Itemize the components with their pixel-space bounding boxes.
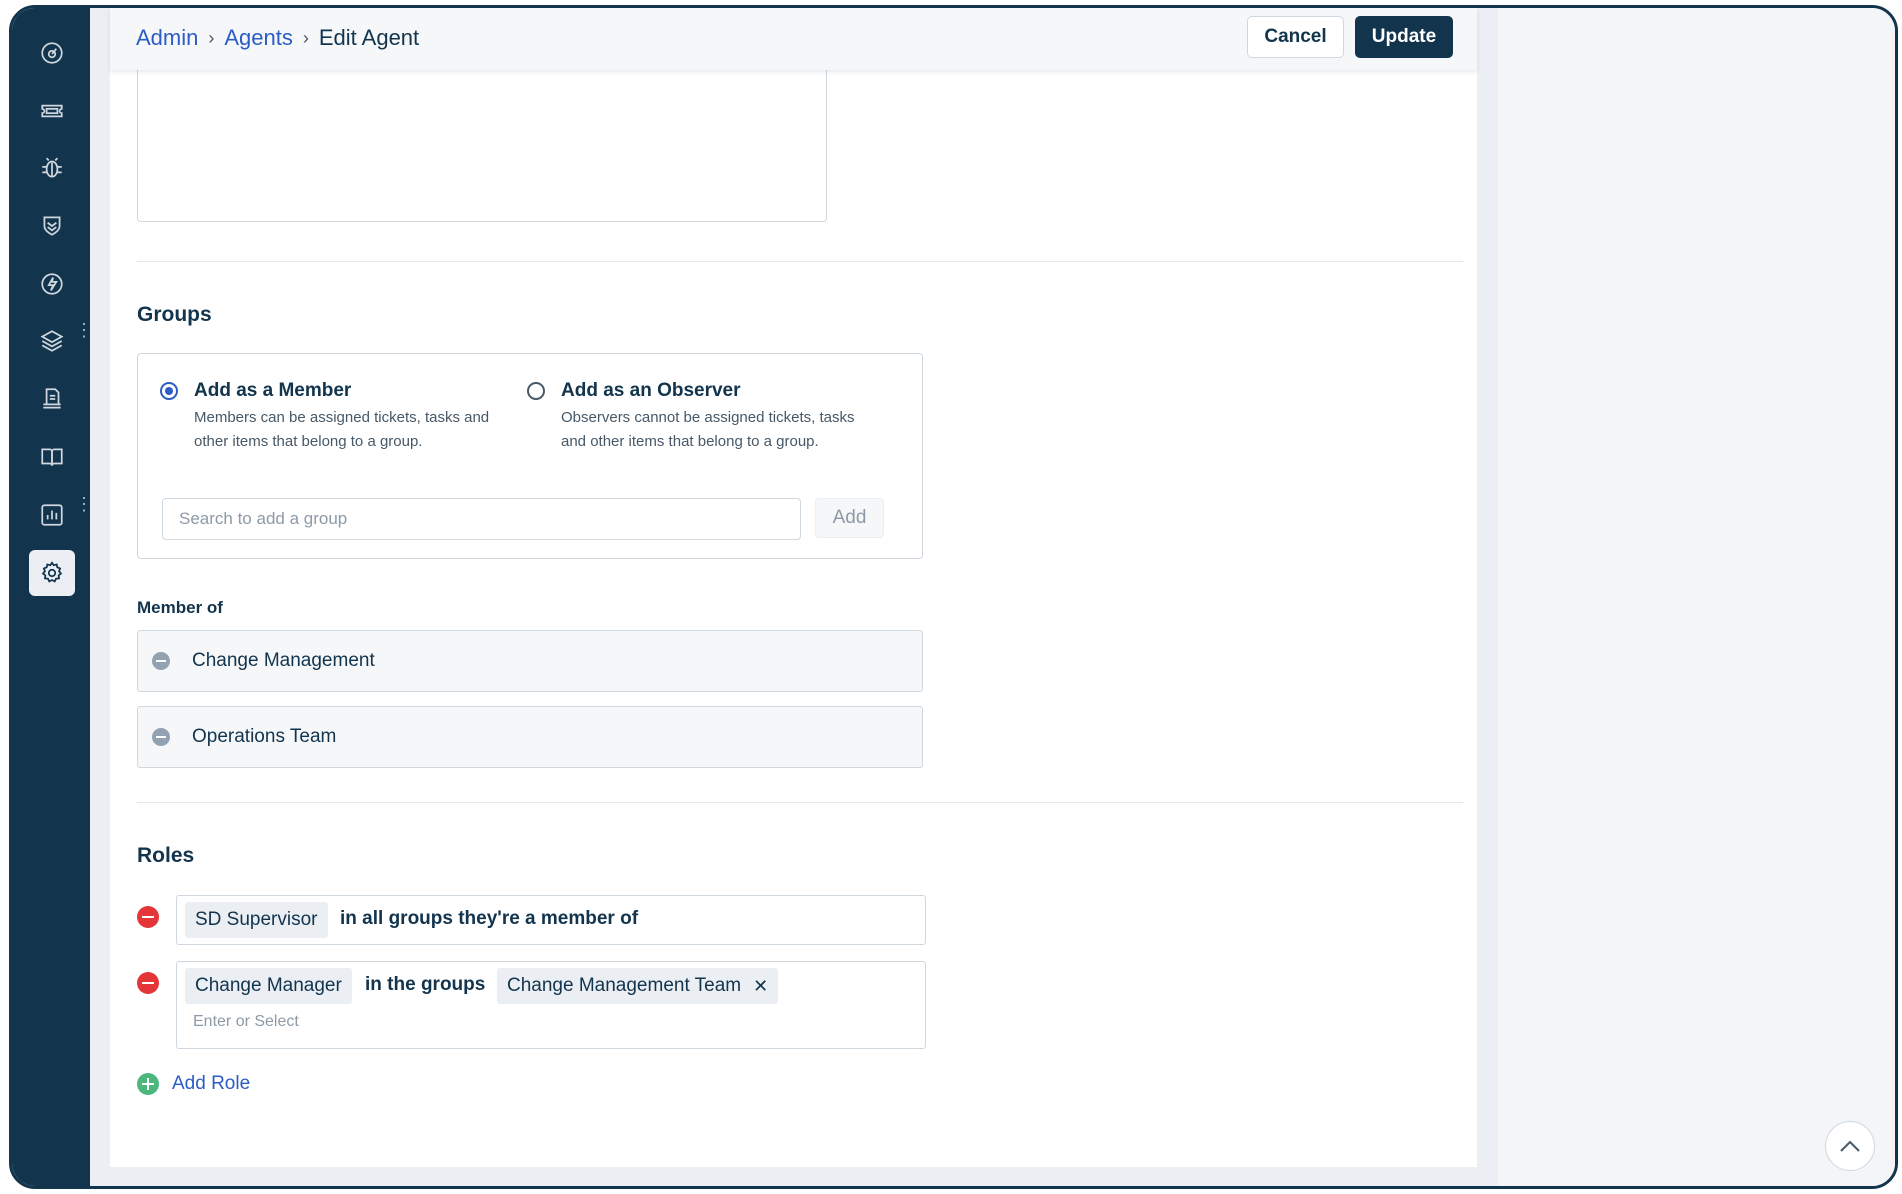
role-scope: in the groups xyxy=(365,974,486,995)
solutions-icon[interactable] xyxy=(29,434,75,480)
tickets-icon[interactable] xyxy=(29,88,75,134)
role-tag[interactable]: Change Manager xyxy=(185,968,352,1004)
observer-option-description: Observers cannot be assigned tickets, ta… xyxy=(561,409,855,450)
member-option-title[interactable]: Add as a Member xyxy=(194,380,351,402)
chevron-right-icon: › xyxy=(208,27,215,48)
update-button[interactable]: Update xyxy=(1355,16,1453,58)
group-search-input[interactable] xyxy=(162,498,801,540)
right-panel xyxy=(1498,8,1895,1186)
sidebar: ⋮ ⋮ xyxy=(12,8,93,1186)
description-textarea[interactable] xyxy=(137,68,827,222)
member-radio[interactable] xyxy=(160,382,178,400)
settings-icon[interactable] xyxy=(29,550,75,596)
remove-member-icon[interactable] xyxy=(152,728,170,746)
role-group-input[interactable] xyxy=(191,1012,695,1032)
chevron-up-icon xyxy=(1840,1140,1860,1152)
remove-member-icon[interactable] xyxy=(152,652,170,670)
member-of-label: Member of xyxy=(137,598,223,617)
projects-icon[interactable] xyxy=(29,376,75,422)
role-scope: in all groups they're a member of xyxy=(340,908,639,929)
breadcrumb-agents[interactable]: Agents xyxy=(224,25,293,51)
changes-icon[interactable] xyxy=(29,203,75,249)
observer-option-title[interactable]: Add as an Observer xyxy=(561,380,741,402)
member-name: Operations Team xyxy=(192,726,337,747)
assets-icon[interactable] xyxy=(29,318,75,364)
more-icon[interactable]: ⋮ xyxy=(75,320,93,340)
scroll-to-top-button[interactable] xyxy=(1825,1121,1875,1171)
add-role-button[interactable]: Add Role xyxy=(137,1073,250,1095)
remove-role-icon[interactable] xyxy=(137,906,159,928)
member-option-description: Members can be assigned tickets, tasks a… xyxy=(194,409,490,450)
group-tag-label: Change Management Team xyxy=(507,975,742,996)
role-row: SD Supervisor in all groups they're a me… xyxy=(176,895,926,945)
problems-icon[interactable] xyxy=(29,145,75,191)
groups-box: Add as a Member Members can be assigned … xyxy=(137,353,923,559)
page-title: Edit Agent xyxy=(318,25,420,50)
close-icon[interactable]: ✕ xyxy=(753,976,768,997)
analytics-icon[interactable] xyxy=(29,492,75,538)
member-row: Operations Team xyxy=(137,706,923,768)
observer-radio[interactable] xyxy=(527,382,545,400)
add-group-button[interactable]: Add xyxy=(815,498,884,538)
cancel-button[interactable]: Cancel xyxy=(1247,16,1344,58)
member-row: Change Management xyxy=(137,630,923,692)
role-row: Change Manager in the groups Change Mana… xyxy=(176,961,926,1049)
plus-icon xyxy=(137,1073,159,1095)
breadcrumb: Admin › Agents › Edit Agent xyxy=(136,25,419,51)
roles-title: Roles xyxy=(137,844,195,867)
dashboard-icon[interactable] xyxy=(29,30,75,76)
page-header: Admin › Agents › Edit Agent Cancel Updat… xyxy=(110,8,1477,70)
group-tag[interactable]: Change Management Team ✕ xyxy=(497,968,779,1004)
member-name: Change Management xyxy=(192,650,375,671)
releases-icon[interactable] xyxy=(29,261,75,307)
remove-role-icon[interactable] xyxy=(137,972,159,994)
chevron-right-icon: › xyxy=(302,27,309,48)
main-content: Admin › Agents › Edit Agent Cancel Updat… xyxy=(110,8,1477,1167)
breadcrumb-admin[interactable]: Admin xyxy=(136,25,198,51)
more-icon[interactable]: ⋮ xyxy=(75,494,93,514)
divider xyxy=(137,261,1463,262)
groups-title: Groups xyxy=(137,303,212,326)
add-role-label: Add Role xyxy=(172,1073,251,1094)
app-window: ⋮ ⋮ Admin › Agents › Edit Agent Cancel U… xyxy=(9,5,1898,1189)
role-tag[interactable]: SD Supervisor xyxy=(185,902,328,938)
divider xyxy=(137,802,1463,803)
